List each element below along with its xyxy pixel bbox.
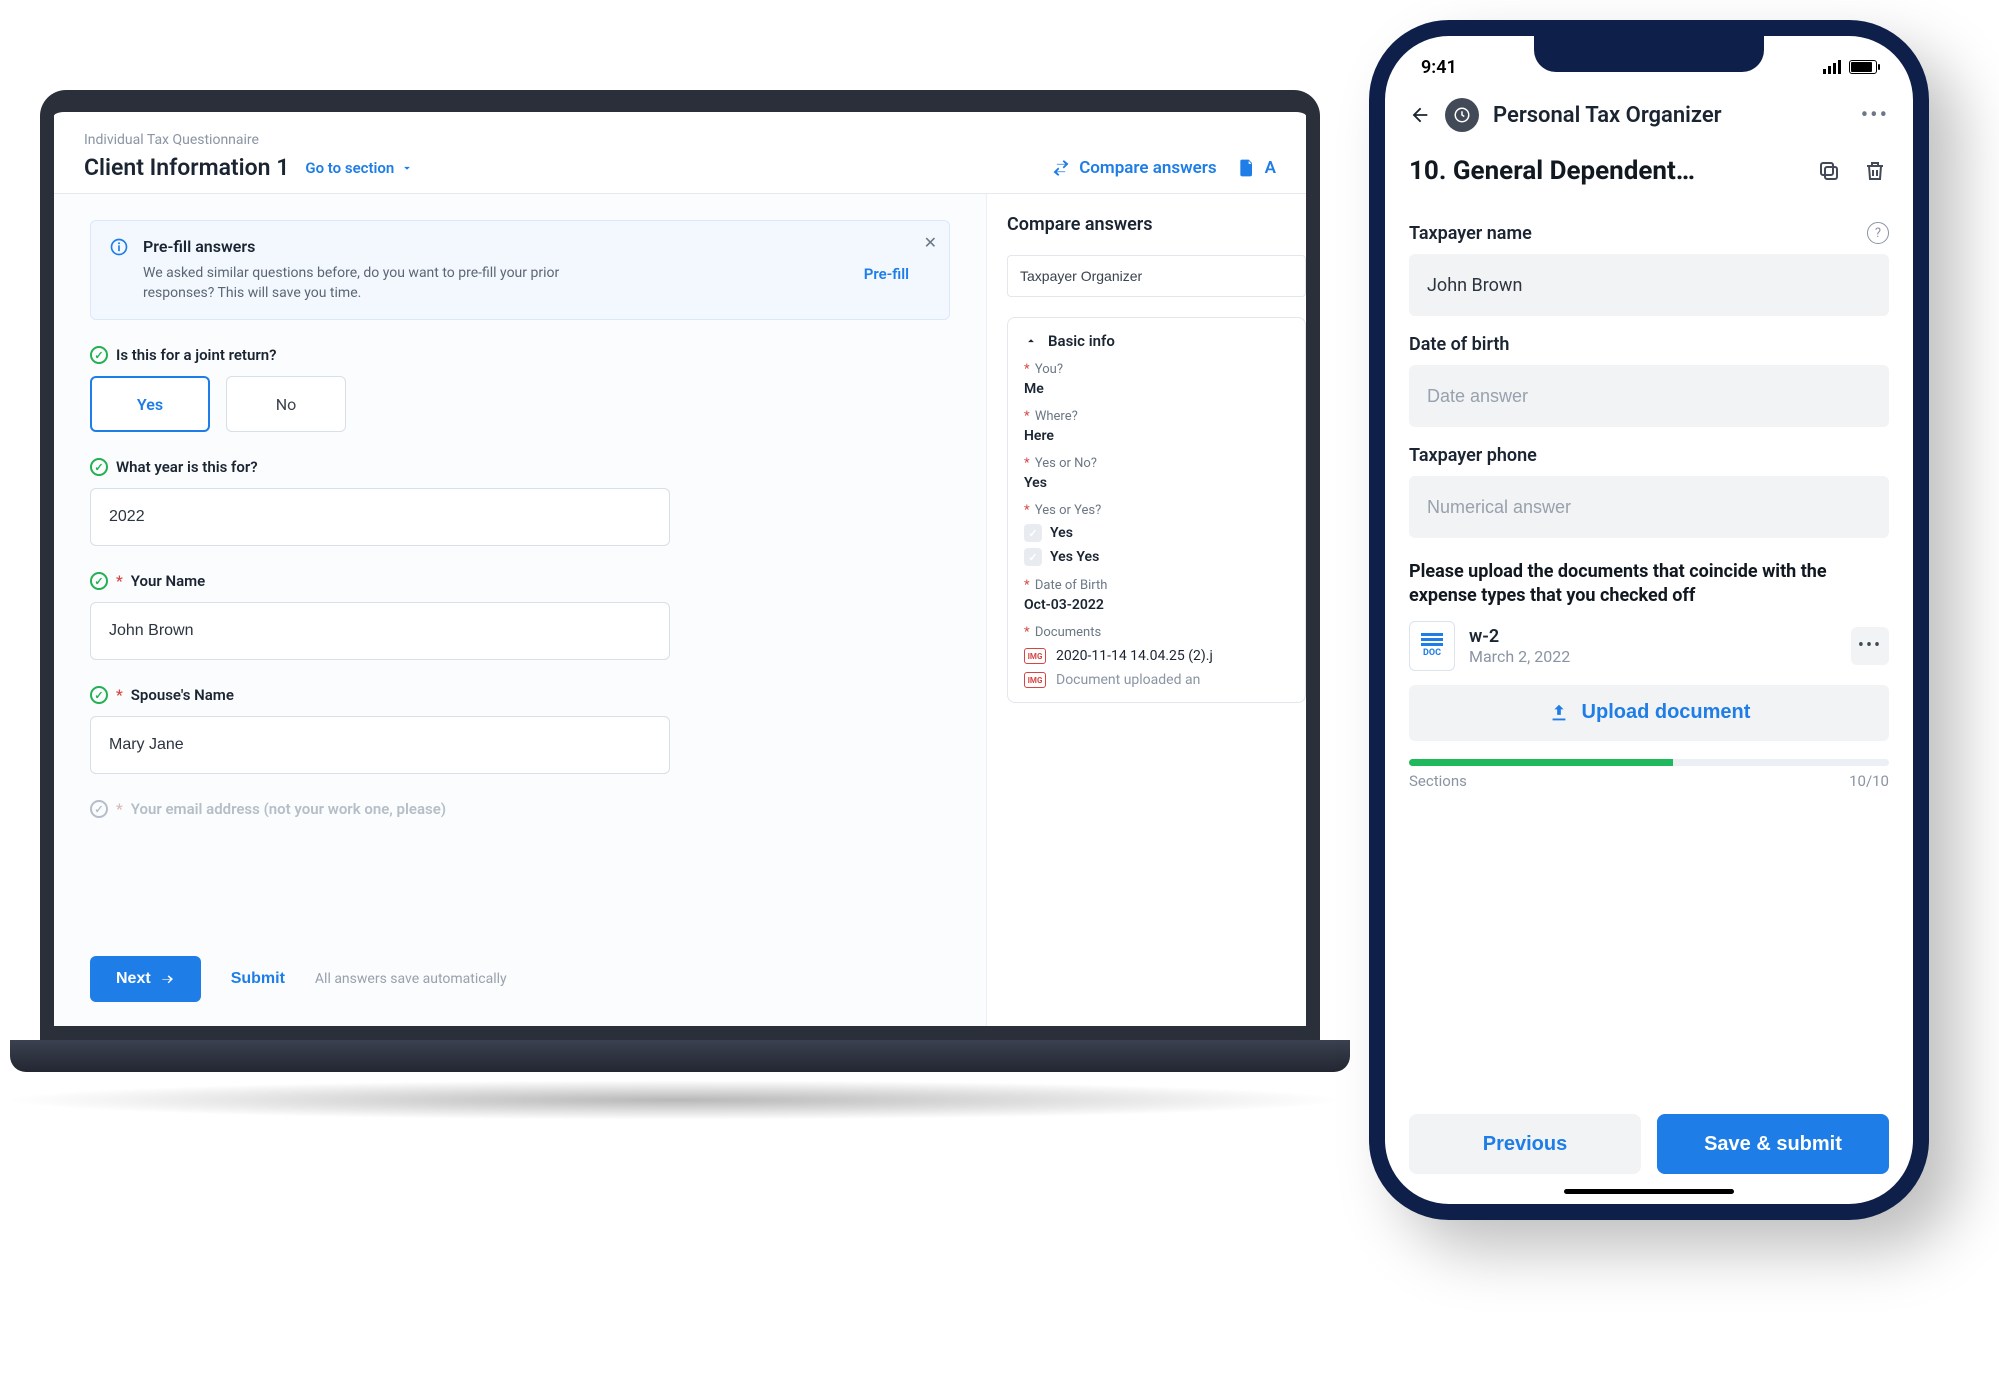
status-time: 9:41 xyxy=(1421,57,1457,78)
submit-button[interactable]: Submit xyxy=(231,970,285,988)
back-icon[interactable] xyxy=(1409,104,1431,126)
goto-section-label: Go to section xyxy=(305,159,394,177)
prefill-link[interactable]: Pre-fill xyxy=(864,265,909,283)
taxpayer-name-label: Taxpayer name xyxy=(1409,223,1532,244)
main-form-area: ✕ Pre-fill answers We asked similar ques… xyxy=(54,194,986,1026)
img-badge-icon: IMG xyxy=(1024,648,1046,664)
q-joint-return-label: ✓ Is this for a joint return? xyxy=(90,346,950,364)
upload-document-button[interactable]: Upload document xyxy=(1409,685,1889,741)
file-icon xyxy=(1237,158,1257,178)
checkbox-icon[interactable]: ✓ xyxy=(1024,548,1042,566)
laptop-base xyxy=(10,1040,1350,1072)
basic-info-card: Basic info * You?Me * Where?Here * Yes o… xyxy=(1007,317,1306,703)
trash-icon[interactable] xyxy=(1861,157,1889,185)
upload-icon xyxy=(1548,702,1570,724)
img-badge-icon: IMG xyxy=(1024,672,1046,688)
q-year-label: ✓ What year is this for? xyxy=(90,458,950,476)
laptop-mockup: Individual Tax Questionnaire Client Info… xyxy=(40,90,1320,1072)
phone-mockup: 9:41 Personal Tax Organizer ••• 10. Gene… xyxy=(1369,20,1929,1220)
page-title: Client Information 1 xyxy=(84,154,289,181)
yourname-input[interactable] xyxy=(90,602,670,660)
dob-label: Date of birth xyxy=(1409,334,1509,355)
nav-bar: Personal Tax Organizer ••• xyxy=(1385,92,1913,138)
doc-row: IMGDocument uploaded an xyxy=(1024,672,1289,688)
prefill-desc: We asked similar questions before, do yo… xyxy=(143,264,573,303)
battery-icon xyxy=(1849,60,1877,74)
progress-value: 10/10 xyxy=(1849,772,1889,790)
phone-notch xyxy=(1534,36,1764,72)
goto-section-button[interactable]: Go to section xyxy=(305,159,414,177)
checkbox-icon[interactable]: ✓ xyxy=(1024,524,1042,542)
doc-row: IMG2020-11-14 14.04.25 (2).j xyxy=(1024,648,1289,664)
compare-panel: Compare answers Basic info * You?Me * Wh… xyxy=(986,194,1306,1026)
close-icon[interactable]: ✕ xyxy=(924,233,937,252)
chevron-up-icon xyxy=(1024,334,1038,348)
year-input[interactable] xyxy=(90,488,670,546)
header-action-2[interactable]: A xyxy=(1237,158,1276,178)
prefill-title: Pre-fill answers xyxy=(143,237,573,256)
check-icon: ✓ xyxy=(90,572,108,590)
compare-answers-button[interactable]: Compare answers xyxy=(1051,158,1216,178)
dob-input[interactable] xyxy=(1409,365,1889,427)
file-date: March 2, 2022 xyxy=(1469,647,1570,666)
check-icon: ✓ xyxy=(90,686,108,704)
compare-heading: Compare answers xyxy=(1007,214,1306,235)
info-icon xyxy=(109,237,129,303)
nav-title: Personal Tax Organizer xyxy=(1493,103,1722,128)
checkbox-row: ✓Yes Yes xyxy=(1024,548,1289,566)
breadcrumb: Individual Tax Questionnaire xyxy=(84,132,1276,148)
upload-instructions: Please upload the documents that coincid… xyxy=(1409,560,1889,609)
home-indicator xyxy=(1564,1189,1734,1194)
clock-icon xyxy=(1445,98,1479,132)
spouse-input[interactable] xyxy=(90,716,670,774)
check-icon: ✓ xyxy=(90,346,108,364)
doc-file-icon: DOC xyxy=(1409,621,1455,671)
prefill-banner: ✕ Pre-fill answers We asked similar ques… xyxy=(90,220,950,320)
accordion-toggle[interactable]: Basic info xyxy=(1024,332,1289,350)
checkbox-row: ✓Yes xyxy=(1024,524,1289,542)
uploaded-file-row: DOC w-2 March 2, 2022 ••• xyxy=(1409,621,1889,671)
progress-label: Sections xyxy=(1409,772,1467,790)
help-icon[interactable]: ? xyxy=(1867,222,1889,244)
phone-input[interactable] xyxy=(1409,476,1889,538)
check-icon: ✓ xyxy=(90,800,108,818)
section-title: 10. General Dependent… xyxy=(1409,156,1695,186)
choice-yes[interactable]: Yes xyxy=(90,376,210,432)
phone-label: Taxpayer phone xyxy=(1409,445,1537,466)
taxpayer-name-field[interactable]: John Brown xyxy=(1409,254,1889,316)
check-icon: ✓ xyxy=(90,458,108,476)
signal-icon xyxy=(1823,60,1843,74)
autosave-text: All answers save automatically xyxy=(315,971,507,987)
swap-icon xyxy=(1051,158,1071,178)
file-more-icon[interactable]: ••• xyxy=(1851,627,1889,665)
desktop-header: Individual Tax Questionnaire Client Info… xyxy=(54,112,1306,194)
progress-area: Sections 10/10 xyxy=(1409,759,1889,790)
save-submit-button[interactable]: Save & submit xyxy=(1657,1114,1889,1174)
chevron-down-icon xyxy=(400,161,414,175)
copy-icon[interactable] xyxy=(1815,157,1843,185)
next-button[interactable]: Next xyxy=(90,956,201,1002)
file-name: w-2 xyxy=(1469,626,1570,647)
form-footer: Next Submit All answers save automatical… xyxy=(90,956,950,1002)
q-yourname-label: ✓ * Your Name xyxy=(90,572,950,590)
q-spouse-label: ✓ * Spouse's Name xyxy=(90,686,950,704)
arrow-right-icon xyxy=(159,971,175,987)
previous-button[interactable]: Previous xyxy=(1409,1114,1641,1174)
choice-no[interactable]: No xyxy=(226,376,346,432)
organizer-input[interactable] xyxy=(1007,255,1306,297)
laptop-shadow xyxy=(0,1080,1350,1120)
more-menu-icon[interactable]: ••• xyxy=(1861,103,1889,128)
q-email-label: ✓ * Your email address (not your work on… xyxy=(90,800,950,818)
